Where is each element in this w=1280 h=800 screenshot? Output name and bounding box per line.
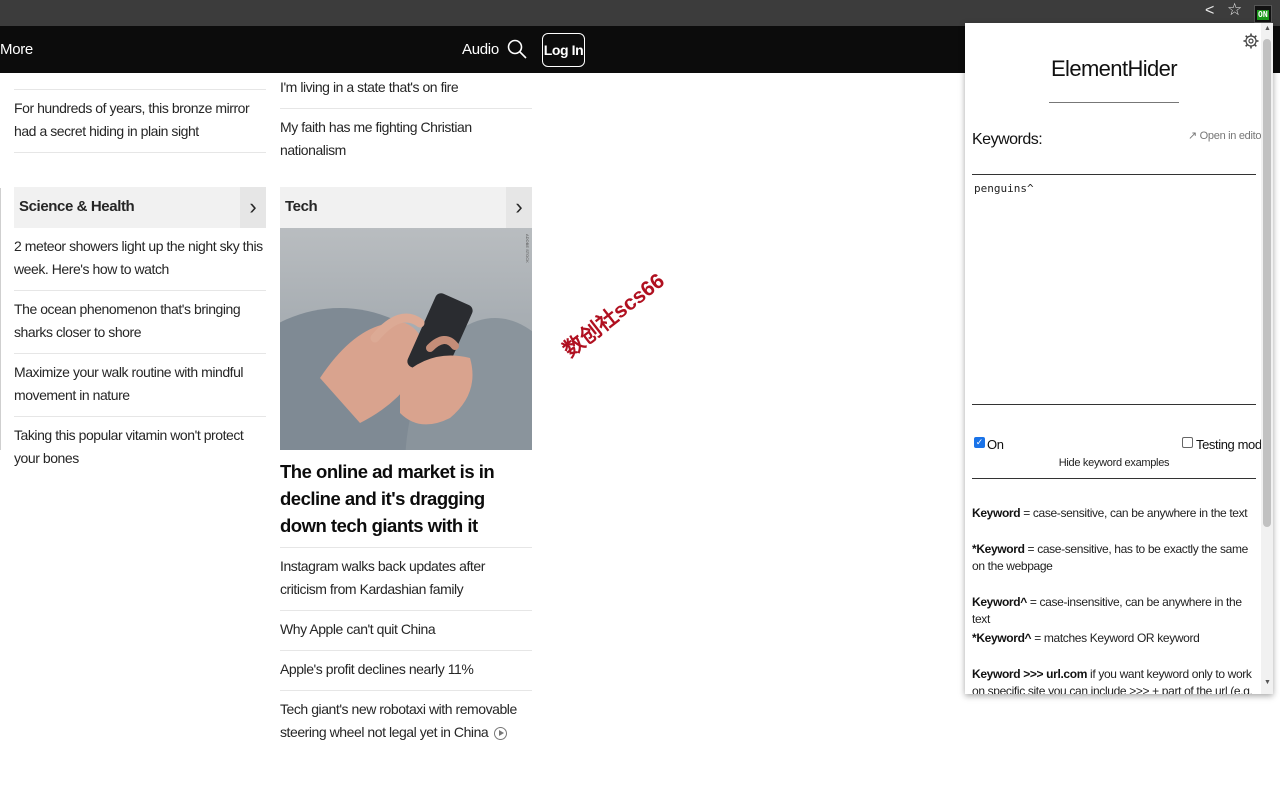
testing-mode-label: Testing mode <box>1196 437 1269 452</box>
extension-icon[interactable]: ON <box>1254 5 1272 23</box>
play-icon <box>493 726 507 740</box>
section-header[interactable]: Tech › <box>280 187 532 228</box>
scroll-down-icon[interactable]: ▼ <box>1264 679 1271 686</box>
hero-image[interactable]: ADOBE STOCK <box>280 228 532 450</box>
help-key: Keyword <box>972 506 1021 520</box>
help-key: *Keyword <box>972 542 1025 556</box>
extension-badge: ON <box>1257 10 1269 20</box>
chevron-right-icon[interactable]: › <box>240 187 266 228</box>
divider <box>0 188 1 450</box>
headline-link[interactable]: Tech giant's new robotaxi with removable… <box>280 691 532 753</box>
headline-link[interactable]: Instagram walks back updates after criti… <box>280 548 532 611</box>
audio-link[interactable]: Audio <box>462 41 499 58</box>
help-entry: *Keyword = case-sensitive, has to be exa… <box>972 541 1256 575</box>
section-title: Science & Health <box>19 198 135 215</box>
headline-link[interactable]: Taking this popular vitamin won't protec… <box>14 417 266 479</box>
help-entry: Keyword >>> url.com if you want keyword … <box>972 666 1256 694</box>
help-desc: = case-sensitive, can be anywhere in the… <box>1020 506 1248 520</box>
left-column: For hundreds of years, this bronze mirro… <box>14 89 266 153</box>
help-entry: *Keyword^ = matches Keyword OR keyword <box>972 630 1256 647</box>
headline-link[interactable]: My faith has me fighting Christian natio… <box>280 109 532 171</box>
help-entry: Keyword^ = case-insensitive, can be anyw… <box>972 594 1256 628</box>
chevron-right-icon[interactable]: › <box>506 187 532 228</box>
on-checkbox[interactable]: ✓ <box>974 437 985 448</box>
search-icon[interactable] <box>506 38 528 60</box>
testing-mode-checkbox[interactable] <box>1182 437 1193 448</box>
headline-link[interactable]: I'm living in a state that's on fire <box>280 73 532 109</box>
elementhider-popup: ElementHider Keywords: ↗ Open in editor … <box>965 23 1273 694</box>
help-key: Keyword >>> url.com <box>972 667 1088 681</box>
star-icon[interactable]: ☆ <box>1227 0 1242 20</box>
section-header[interactable]: Science & Health › <box>14 187 266 228</box>
headline-link[interactable]: Maximize your walk routine with mindful … <box>14 354 266 417</box>
popup-title: ElementHider <box>1050 56 1178 81</box>
headline-link[interactable]: 2 meteor showers light up the night sky … <box>14 228 266 291</box>
watermark: 数创社scs66 <box>559 269 669 363</box>
share-icon[interactable]: < <box>1205 2 1214 20</box>
more-menu[interactable]: More <box>0 41 33 58</box>
title-underline <box>1049 102 1179 103</box>
tech-section: Tech › ADOBE STOCK The online ad market … <box>280 187 532 753</box>
gear-icon[interactable] <box>1243 33 1259 49</box>
divider <box>972 478 1256 479</box>
hide-examples-link[interactable]: Hide keyword examples <box>965 457 1263 469</box>
login-button[interactable]: Log In <box>542 33 585 67</box>
open-in-editor-link[interactable]: ↗ Open in editor <box>1188 129 1265 142</box>
headline-text: Tech giant's new robotaxi with removable… <box>280 701 517 740</box>
section-title: Tech <box>285 198 318 215</box>
help-desc: = matches Keyword OR keyword <box>1031 631 1200 645</box>
popup-scrollbar[interactable]: ▲ ▼ <box>1261 23 1273 694</box>
headline-link[interactable]: Apple's profit declines nearly 11% <box>280 651 532 691</box>
clipped-headline: Amazon rainforest <box>14 73 134 79</box>
phone-in-hands-image <box>280 293 532 450</box>
help-entry: Keyword = case-sensitive, can be anywher… <box>972 505 1256 522</box>
keywords-textarea[interactable]: penguins^ <box>972 174 1256 405</box>
keywords-label: Keywords: <box>972 131 1043 148</box>
headline-link[interactable]: Why Apple can't quit China <box>280 611 532 651</box>
scrollbar-thumb[interactable] <box>1263 39 1271 527</box>
on-label: On <box>987 437 1004 452</box>
help-key: Keyword^ <box>972 595 1027 609</box>
image-credit: ADOBE STOCK <box>525 234 530 263</box>
scroll-up-icon[interactable]: ▲ <box>1264 25 1271 32</box>
lead-headline-link[interactable]: The online ad market is in decline and i… <box>280 450 532 548</box>
middle-column: I'm living in a state that's on fire My … <box>280 73 532 171</box>
science-health-section: Science & Health › 2 meteor showers ligh… <box>14 187 266 479</box>
headline-link[interactable]: The ocean phenomenon that's bringing sha… <box>14 291 266 354</box>
help-key: *Keyword^ <box>972 631 1032 645</box>
headline-link[interactable]: For hundreds of years, this bronze mirro… <box>14 89 266 153</box>
